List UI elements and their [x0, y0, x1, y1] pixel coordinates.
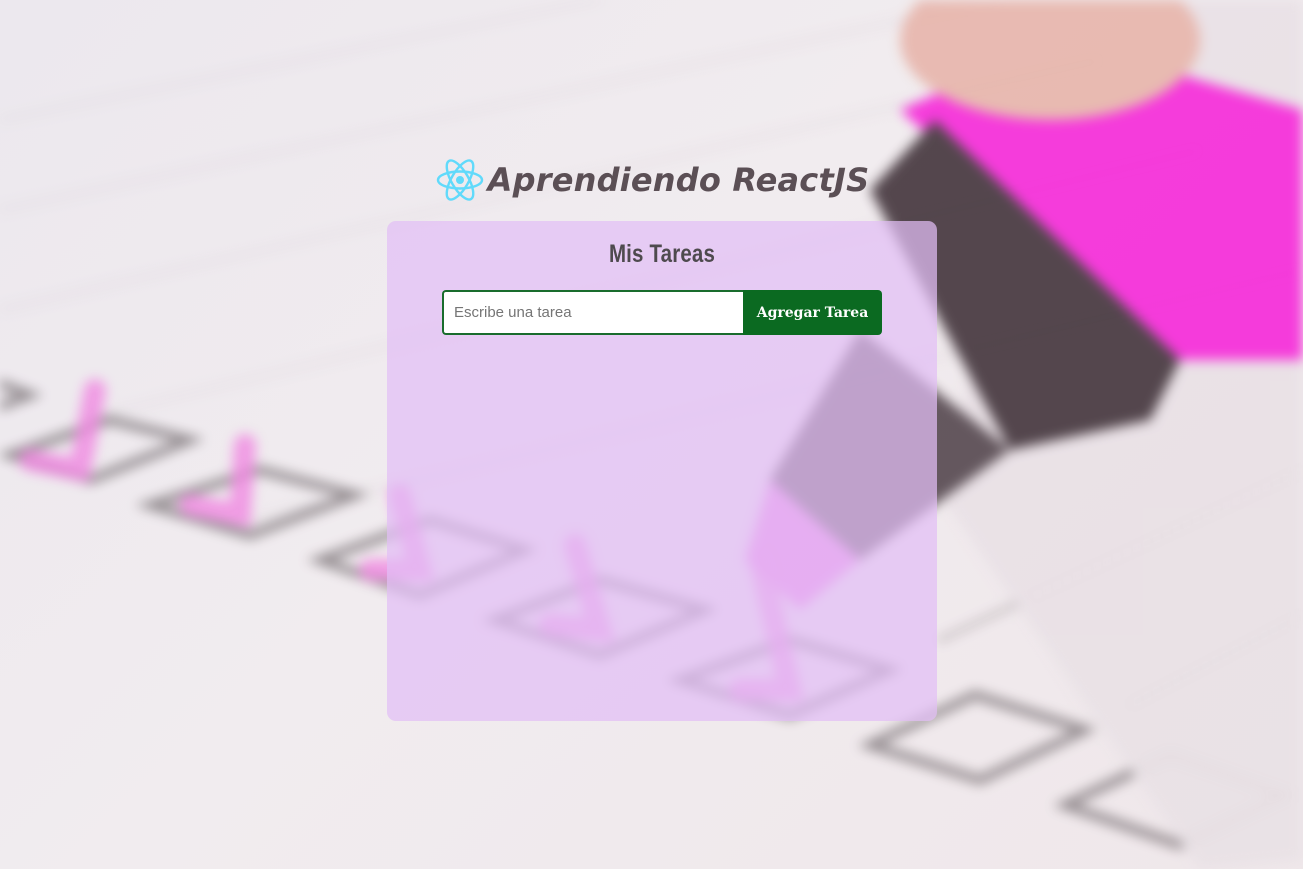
app-title: Aprendiendo ReactJS [487, 161, 870, 199]
app-header: Aprendiendo ReactJS [0, 150, 1303, 210]
react-atom-icon [436, 159, 483, 201]
task-input[interactable] [442, 290, 743, 335]
add-task-button[interactable]: Agregar Tarea [743, 290, 882, 335]
add-task-form: Agregar Tarea [442, 290, 882, 335]
card-title: Mis Tareas [608, 240, 716, 268]
